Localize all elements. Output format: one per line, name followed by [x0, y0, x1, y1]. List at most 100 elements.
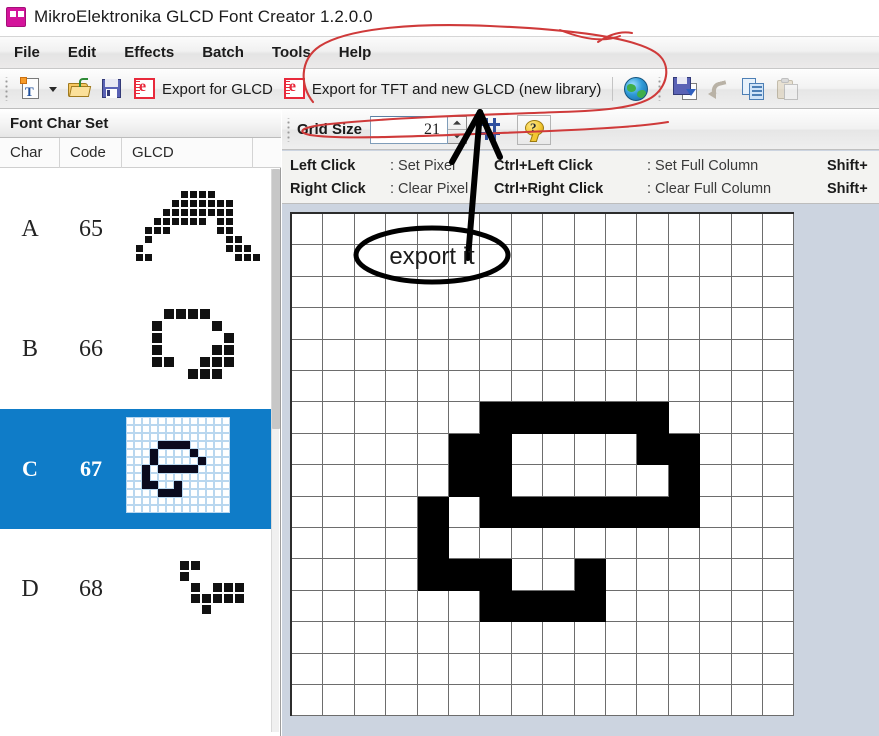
- pixel-cell[interactable]: [668, 371, 701, 403]
- pixel-cell[interactable]: [292, 465, 324, 497]
- pixel-cell[interactable]: [449, 559, 481, 591]
- pixel-cell[interactable]: [292, 371, 324, 403]
- pixel-cell[interactable]: [731, 465, 763, 497]
- pixel-cell[interactable]: [668, 245, 701, 277]
- pixel-cell[interactable]: [700, 559, 732, 591]
- pixel-cell[interactable]: [511, 685, 544, 717]
- pixel-cell[interactable]: [543, 276, 575, 309]
- pixel-cell[interactable]: [449, 276, 481, 309]
- pixel-cell[interactable]: [700, 528, 732, 560]
- pixel-cell[interactable]: [668, 653, 701, 685]
- pixel-cell[interactable]: [480, 214, 512, 246]
- pixel-cell[interactable]: [323, 622, 355, 654]
- pixel-cell[interactable]: [574, 685, 606, 717]
- pixel-cell[interactable]: [323, 402, 355, 434]
- menu-item-tools[interactable]: Tools: [258, 40, 325, 65]
- save-font-button[interactable]: [96, 73, 128, 105]
- pixel-cell[interactable]: [606, 276, 638, 309]
- pixel-cell[interactable]: [480, 433, 512, 466]
- pixel-cell[interactable]: [763, 276, 795, 309]
- table-row[interactable]: A 65: [0, 169, 272, 289]
- pixel-cell[interactable]: [700, 622, 732, 654]
- pixel-cell[interactable]: [700, 465, 732, 497]
- open-font-button[interactable]: [62, 73, 96, 105]
- export-for-tft-button[interactable]: e Export for TFT and new GLCD (new libra…: [278, 73, 607, 105]
- pixel-cell[interactable]: [449, 245, 481, 277]
- pixel-cell[interactable]: [386, 559, 418, 591]
- pixel-cell[interactable]: [323, 685, 355, 717]
- pixel-cell[interactable]: [292, 622, 324, 654]
- pixel-cell[interactable]: [543, 496, 575, 528]
- menu-item-file[interactable]: File: [0, 40, 54, 65]
- pixel-cell[interactable]: [511, 371, 544, 403]
- pixel-cell[interactable]: [763, 622, 795, 654]
- pixel-cell[interactable]: [292, 590, 324, 623]
- pixel-cell[interactable]: [449, 685, 481, 717]
- pixel-cell[interactable]: [574, 590, 606, 623]
- pixel-cell[interactable]: [511, 308, 544, 340]
- pixel-cell[interactable]: [668, 308, 701, 340]
- pixel-cell[interactable]: [606, 402, 638, 434]
- pixel-cell[interactable]: [637, 433, 669, 466]
- pixel-cell[interactable]: [574, 433, 606, 466]
- pixel-cell[interactable]: [606, 245, 638, 277]
- pixel-cell[interactable]: [637, 245, 669, 277]
- pixel-cell[interactable]: [386, 245, 418, 277]
- pixel-cell[interactable]: [637, 496, 669, 528]
- pixel-cell[interactable]: [417, 339, 449, 371]
- pixel-cell[interactable]: [449, 433, 481, 466]
- pixel-cell[interactable]: [637, 339, 669, 371]
- pixel-cell[interactable]: [386, 371, 418, 403]
- pixel-cell[interactable]: [731, 371, 763, 403]
- pixel-cell[interactable]: [637, 622, 669, 654]
- pixel-cell[interactable]: [386, 276, 418, 309]
- pixel-cell[interactable]: [417, 276, 449, 309]
- pixel-cell[interactable]: [323, 528, 355, 560]
- pixel-cell[interactable]: [480, 339, 512, 371]
- pixel-cell[interactable]: [574, 308, 606, 340]
- pixel-cell[interactable]: [323, 433, 355, 466]
- pixel-cell[interactable]: [606, 685, 638, 717]
- pixel-cell[interactable]: [292, 528, 324, 560]
- pixel-cell[interactable]: [700, 496, 732, 528]
- pixel-cell[interactable]: [637, 308, 669, 340]
- pixel-cell[interactable]: [449, 590, 481, 623]
- pixel-cell[interactable]: [480, 528, 512, 560]
- pixel-cell[interactable]: [574, 528, 606, 560]
- pixel-cell[interactable]: [449, 402, 481, 434]
- pixel-cell[interactable]: [323, 245, 355, 277]
- pixel-cell[interactable]: [292, 245, 324, 277]
- pixel-cell[interactable]: [668, 685, 701, 717]
- pixel-cell[interactable]: [700, 276, 732, 309]
- pixel-cell[interactable]: [323, 496, 355, 528]
- pixel-cell[interactable]: [700, 590, 732, 623]
- pixel-cell[interactable]: [731, 402, 763, 434]
- pixel-cell[interactable]: [606, 496, 638, 528]
- pixel-cell[interactable]: [763, 433, 795, 466]
- pixel-cell[interactable]: [354, 653, 387, 685]
- pixel-cell[interactable]: [763, 653, 795, 685]
- save-as-button[interactable]: [668, 73, 703, 105]
- pixel-cell[interactable]: [480, 245, 512, 277]
- pixel-cell[interactable]: [668, 339, 701, 371]
- table-row-selected[interactable]: C 67: [0, 409, 272, 529]
- menu-item-batch[interactable]: Batch: [188, 40, 258, 65]
- pixel-cell[interactable]: [417, 559, 449, 591]
- pixel-cell[interactable]: [763, 465, 795, 497]
- pixel-cell[interactable]: [292, 339, 324, 371]
- pixel-cell[interactable]: [606, 590, 638, 623]
- pixel-cell[interactable]: [700, 214, 732, 246]
- pixel-cell[interactable]: [417, 685, 449, 717]
- pixel-cell[interactable]: [511, 528, 544, 560]
- pixel-cell[interactable]: [386, 622, 418, 654]
- pixel-cell[interactable]: [386, 590, 418, 623]
- pixel-cell[interactable]: [354, 339, 387, 371]
- pixel-cell[interactable]: [731, 559, 763, 591]
- pixel-cell[interactable]: [323, 465, 355, 497]
- pixel-cell[interactable]: [417, 528, 449, 560]
- pixel-cell[interactable]: [668, 465, 701, 497]
- pixel-cell[interactable]: [543, 371, 575, 403]
- sidebar-scrollbar-thumb[interactable]: [272, 169, 280, 429]
- pixel-cell[interactable]: [449, 308, 481, 340]
- pixel-cell[interactable]: [700, 653, 732, 685]
